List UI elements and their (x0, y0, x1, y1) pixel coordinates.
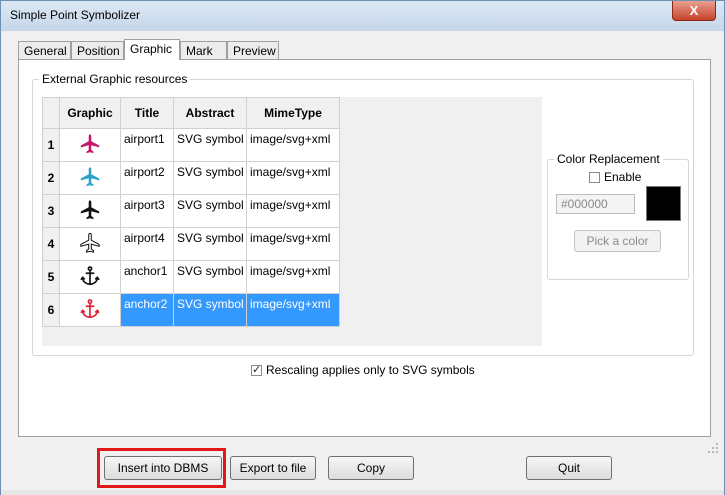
table-row[interactable]: 4 airport4 SVG symbol image/svg+xml (42, 227, 340, 261)
column-header-abstract[interactable]: Abstract (173, 97, 247, 129)
airplane-icon (79, 166, 101, 191)
rescale-label: Rescaling applies only to SVG symbols (266, 363, 475, 377)
mimetype-cell[interactable]: image/svg+xml (246, 260, 340, 294)
pick-color-button[interactable]: Pick a color (574, 230, 661, 252)
tab-mark[interactable]: Mark (180, 41, 227, 59)
table-row[interactable]: 2 airport2 SVG symbol image/svg+xml (42, 161, 340, 195)
graphics-table-viewport[interactable]: Graphic Title Abstract MimeType 1 airport… (42, 97, 542, 346)
copy-button[interactable]: Copy (328, 456, 414, 480)
airplane-icon (79, 133, 101, 158)
tab-general[interactable]: General (18, 41, 71, 59)
abstract-cell[interactable]: SVG symbol (173, 227, 247, 261)
title-cell[interactable]: anchor2 (120, 293, 174, 327)
abstract-cell[interactable]: SVG symbol (173, 260, 247, 294)
graphic-tab-panel: External Graphic resources Graphic Title… (18, 59, 711, 437)
quit-button[interactable]: Quit (526, 456, 612, 480)
table-row[interactable]: 1 airport1 SVG symbol image/svg+xml (42, 128, 340, 162)
bottom-strip (1, 490, 724, 495)
mimetype-cell[interactable]: image/svg+xml (246, 128, 340, 162)
mimetype-cell[interactable]: image/svg+xml (246, 161, 340, 195)
external-graphic-legend: External Graphic resources (42, 72, 188, 86)
color-swatch (646, 186, 681, 221)
close-icon: X (689, 3, 699, 18)
graphic-cell[interactable] (59, 260, 121, 294)
title-bar[interactable]: Simple Point Symbolizer X (1, 1, 724, 31)
tab-graphic[interactable]: Graphic (124, 39, 180, 60)
mimetype-cell[interactable]: image/svg+xml (246, 293, 340, 327)
rescale-checkbox-row[interactable]: Rescaling applies only to SVG symbols (251, 363, 475, 377)
column-header-mimetype[interactable]: MimeType (246, 97, 340, 129)
row-number[interactable]: 4 (42, 227, 60, 261)
color-replacement-content: Enable Pick a color (547, 152, 689, 280)
window-title: Simple Point Symbolizer (10, 8, 141, 22)
enable-checkbox[interactable] (589, 171, 600, 183)
graphic-cell[interactable] (59, 293, 121, 327)
title-cell[interactable]: airport4 (120, 227, 174, 261)
abstract-cell[interactable]: SVG symbol (173, 161, 247, 195)
close-button[interactable]: X (672, 1, 716, 21)
dialog-window: Simple Point Symbolizer X General Positi… (0, 0, 725, 495)
row-number[interactable]: 2 (42, 161, 60, 195)
color-hex-input[interactable] (556, 194, 635, 214)
highlight-box (97, 448, 226, 488)
export-to-file-button[interactable]: Export to file (230, 456, 316, 480)
row-number[interactable]: 5 (42, 260, 60, 294)
row-number[interactable]: 3 (42, 194, 60, 228)
corner-header (42, 97, 60, 129)
abstract-cell[interactable]: SVG symbol (173, 293, 247, 327)
resize-grip-icon[interactable] (706, 441, 720, 455)
enable-label: Enable (604, 170, 642, 184)
tab-preview[interactable]: Preview (227, 41, 279, 59)
mimetype-cell[interactable]: image/svg+xml (246, 227, 340, 261)
table-row[interactable]: 6 anchor2 SVG symbol image/svg+xml (42, 293, 340, 327)
column-header-title[interactable]: Title (120, 97, 174, 129)
graphic-cell[interactable] (59, 161, 121, 195)
mimetype-cell[interactable]: image/svg+xml (246, 194, 340, 228)
title-cell[interactable]: airport3 (120, 194, 174, 228)
title-cell[interactable]: airport1 (120, 128, 174, 162)
airplane-outline-icon (79, 232, 101, 257)
enable-checkbox-row[interactable]: Enable (589, 170, 641, 184)
graphics-table[interactable]: Graphic Title Abstract MimeType 1 airport… (42, 97, 340, 327)
tab-position[interactable]: Position (71, 41, 124, 59)
anchor-icon (79, 298, 101, 323)
column-header-graphic[interactable]: Graphic (59, 97, 121, 129)
table-header-row: Graphic Title Abstract MimeType (42, 97, 340, 129)
row-number[interactable]: 1 (42, 128, 60, 162)
graphic-cell[interactable] (59, 128, 121, 162)
table-row[interactable]: 3 airport3 SVG symbol image/svg+xml (42, 194, 340, 228)
anchor-icon (79, 265, 101, 290)
row-number[interactable]: 6 (42, 293, 60, 327)
title-cell[interactable]: airport2 (120, 161, 174, 195)
airplane-icon (79, 199, 101, 224)
abstract-cell[interactable]: SVG symbol (173, 128, 247, 162)
abstract-cell[interactable]: SVG symbol (173, 194, 247, 228)
graphic-cell[interactable] (59, 194, 121, 228)
graphic-cell[interactable] (59, 227, 121, 261)
title-cell[interactable]: anchor1 (120, 260, 174, 294)
table-row[interactable]: 5 anchor1 SVG symbol image/svg+xml (42, 260, 340, 294)
rescale-checkbox[interactable] (251, 363, 262, 376)
